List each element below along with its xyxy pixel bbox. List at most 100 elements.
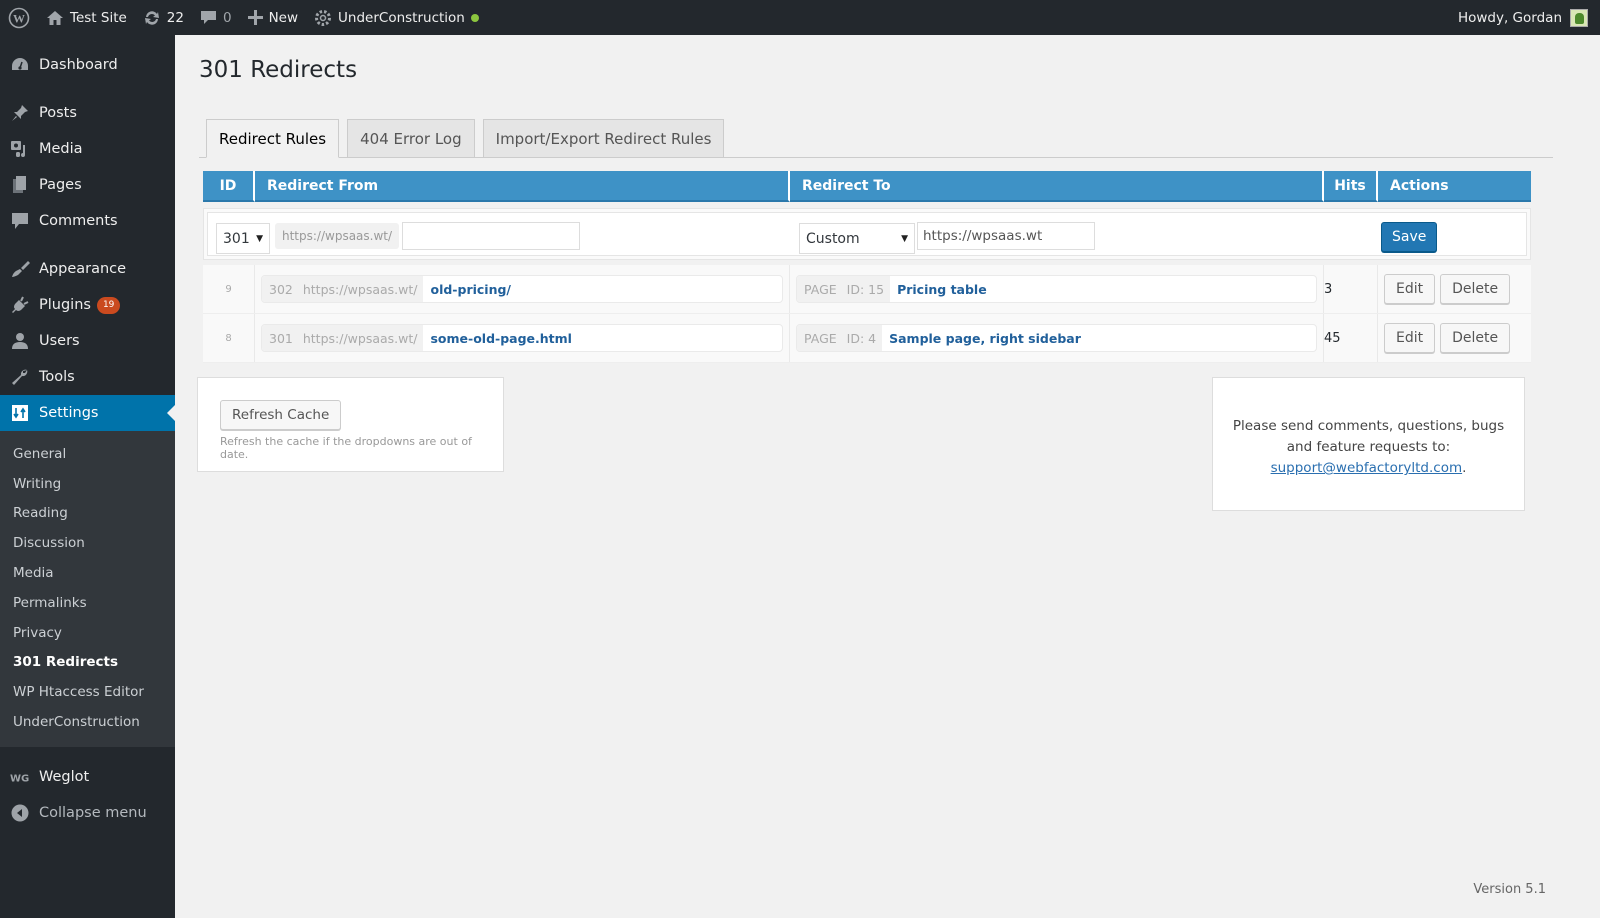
sidebar-item-tools[interactable]: Tools [0, 359, 175, 395]
sidebar-item-media[interactable]: Media [0, 131, 175, 167]
column-header-redirect-from: Redirect From [255, 171, 790, 202]
status-code: 301 [269, 330, 293, 346]
pin-icon [10, 103, 30, 123]
submenu-301-redirects[interactable]: 301 Redirects [0, 648, 175, 678]
target-type: PAGE [804, 281, 837, 297]
sidebar-item-weglot[interactable]: WG Weglot [0, 759, 175, 795]
updates-icon [144, 10, 159, 25]
column-header-redirect-to: Redirect To [790, 171, 1324, 202]
support-email-link[interactable]: support@webfactoryltd.com [1271, 460, 1463, 476]
wrench-icon [10, 367, 30, 387]
howdy-text: Howdy, Gordan [1457, 9, 1562, 26]
brush-icon [10, 259, 30, 279]
admin-bar: W Test Site 22 0 New UnderConstruction H… [0, 0, 1600, 35]
dashboard-icon [10, 55, 30, 75]
sidebar-label: Plugins [39, 297, 91, 313]
plus-icon [247, 10, 263, 25]
new-rule-row: 301 ▼ https://wpsaas.wt/ Custom ▼ https:… [203, 208, 1531, 260]
submenu-media[interactable]: Media [0, 558, 175, 588]
delete-button[interactable]: Delete [1440, 323, 1511, 353]
refresh-cache-button[interactable]: Refresh Cache [220, 400, 342, 430]
user-icon [10, 331, 30, 351]
avatar [1570, 8, 1588, 27]
hits-count: 45 [1324, 314, 1378, 362]
underconstruction-link[interactable]: UnderConstruction [306, 0, 487, 35]
sidebar-item-plugins[interactable]: Plugins 19 [0, 287, 175, 323]
media-icon [10, 139, 30, 159]
settings-submenu: General Writing Reading Discussion Media… [0, 431, 175, 747]
admin-sidebar: Dashboard Posts Media Pages Comments App… [0, 35, 175, 918]
rule-id: 8 [203, 314, 255, 362]
redirect-to-input[interactable]: https://wpsaas.wt [917, 222, 1095, 250]
sidebar-item-users[interactable]: Users [0, 323, 175, 359]
redirect-from-pill[interactable]: 302 https://wpsaas.wt/ old-pricing/ [261, 275, 783, 303]
submenu-wp-htaccess-editor[interactable]: WP Htaccess Editor [0, 677, 175, 707]
actions-cell: Edit Delete [1378, 314, 1531, 362]
submenu-reading[interactable]: Reading [0, 499, 175, 529]
submenu-privacy[interactable]: Privacy [0, 618, 175, 648]
redirect-to-target: Pricing table [897, 281, 987, 297]
edit-button[interactable]: Edit [1384, 274, 1436, 304]
new-label: New [268, 9, 299, 26]
redirect-from-pill[interactable]: 301 https://wpsaas.wt/ some-old-page.html [261, 324, 783, 352]
wordpress-logo[interactable]: W [0, 0, 38, 35]
sidebar-label: Pages [39, 177, 82, 193]
sidebar-item-settings[interactable]: Settings [0, 395, 175, 431]
comments-link[interactable]: 0 [192, 0, 240, 35]
redirect-to-target: Sample page, right sidebar [889, 330, 1081, 346]
redirect-from-path: old-pricing/ [430, 281, 511, 297]
home-icon [47, 10, 63, 25]
comments-count: 0 [222, 9, 232, 26]
gear-icon [315, 9, 332, 26]
updates-count: 22 [166, 9, 184, 26]
save-button[interactable]: Save [1381, 222, 1438, 252]
settings-icon [10, 403, 30, 423]
support-box: Please send comments, questions, bugs an… [1212, 377, 1525, 511]
column-header-id: ID [203, 171, 255, 202]
sidebar-item-appearance[interactable]: Appearance [0, 251, 175, 287]
pages-icon [10, 175, 30, 195]
sidebar-item-dashboard[interactable]: Dashboard [0, 47, 175, 83]
tab-import-export[interactable]: Import/Export Redirect Rules [482, 119, 725, 157]
sidebar-label: Collapse menu [39, 804, 147, 821]
redirect-to-pill[interactable]: PAGE ID: 4 Sample page, right sidebar [796, 324, 1317, 352]
sidebar-label: Posts [39, 105, 77, 121]
submenu-discussion[interactable]: Discussion [0, 528, 175, 558]
wordpress-icon: W [8, 7, 30, 28]
redirect-to-type-value: Custom [806, 230, 860, 247]
submenu-general[interactable]: General [0, 439, 175, 469]
from-prefix: https://wpsaas.wt/ [302, 281, 418, 297]
submenu-underconstruction[interactable]: UnderConstruction [0, 707, 175, 737]
redirect-to-cell: PAGE ID: 4 Sample page, right sidebar [790, 314, 1324, 362]
comment-icon [10, 211, 30, 231]
status-code-select[interactable]: 301 ▼ [216, 223, 270, 254]
submenu-permalinks[interactable]: Permalinks [0, 588, 175, 618]
tab-redirect-rules[interactable]: Redirect Rules [206, 119, 340, 158]
redirect-from-input[interactable] [402, 222, 580, 250]
new-content-link[interactable]: New [240, 0, 306, 35]
sidebar-item-pages[interactable]: Pages [0, 167, 175, 203]
updates-link[interactable]: 22 [135, 0, 192, 35]
svg-text:WG: WG [10, 774, 29, 784]
sidebar-label: Tools [39, 369, 75, 385]
dropdown-arrow-icon: ▼ [256, 233, 263, 244]
sidebar-item-comments[interactable]: Comments [0, 203, 175, 239]
delete-button[interactable]: Delete [1440, 274, 1511, 304]
edit-button[interactable]: Edit [1384, 323, 1436, 353]
redirect-to-cell: PAGE ID: 15 Pricing table [790, 265, 1324, 313]
redirect-to-pill[interactable]: PAGE ID: 15 Pricing table [796, 275, 1317, 303]
comment-icon [200, 11, 216, 24]
tab-404-error-log[interactable]: 404 Error Log [347, 119, 475, 157]
from-prefix: https://wpsaas.wt/ [275, 223, 400, 249]
collapse-menu-button[interactable]: Collapse menu [0, 795, 175, 831]
support-trail: . [1462, 460, 1467, 476]
site-name-link[interactable]: Test Site [38, 0, 135, 35]
account-menu[interactable]: Howdy, Gordan [1457, 8, 1600, 27]
status-code-value: 301 [223, 230, 250, 247]
submenu-writing[interactable]: Writing [0, 469, 175, 499]
sidebar-label: Media [39, 141, 83, 157]
underconstruction-label: UnderConstruction [338, 9, 465, 26]
redirect-to-type-select[interactable]: Custom ▼ [799, 223, 915, 254]
svg-text:W: W [13, 11, 25, 25]
sidebar-item-posts[interactable]: Posts [0, 95, 175, 131]
